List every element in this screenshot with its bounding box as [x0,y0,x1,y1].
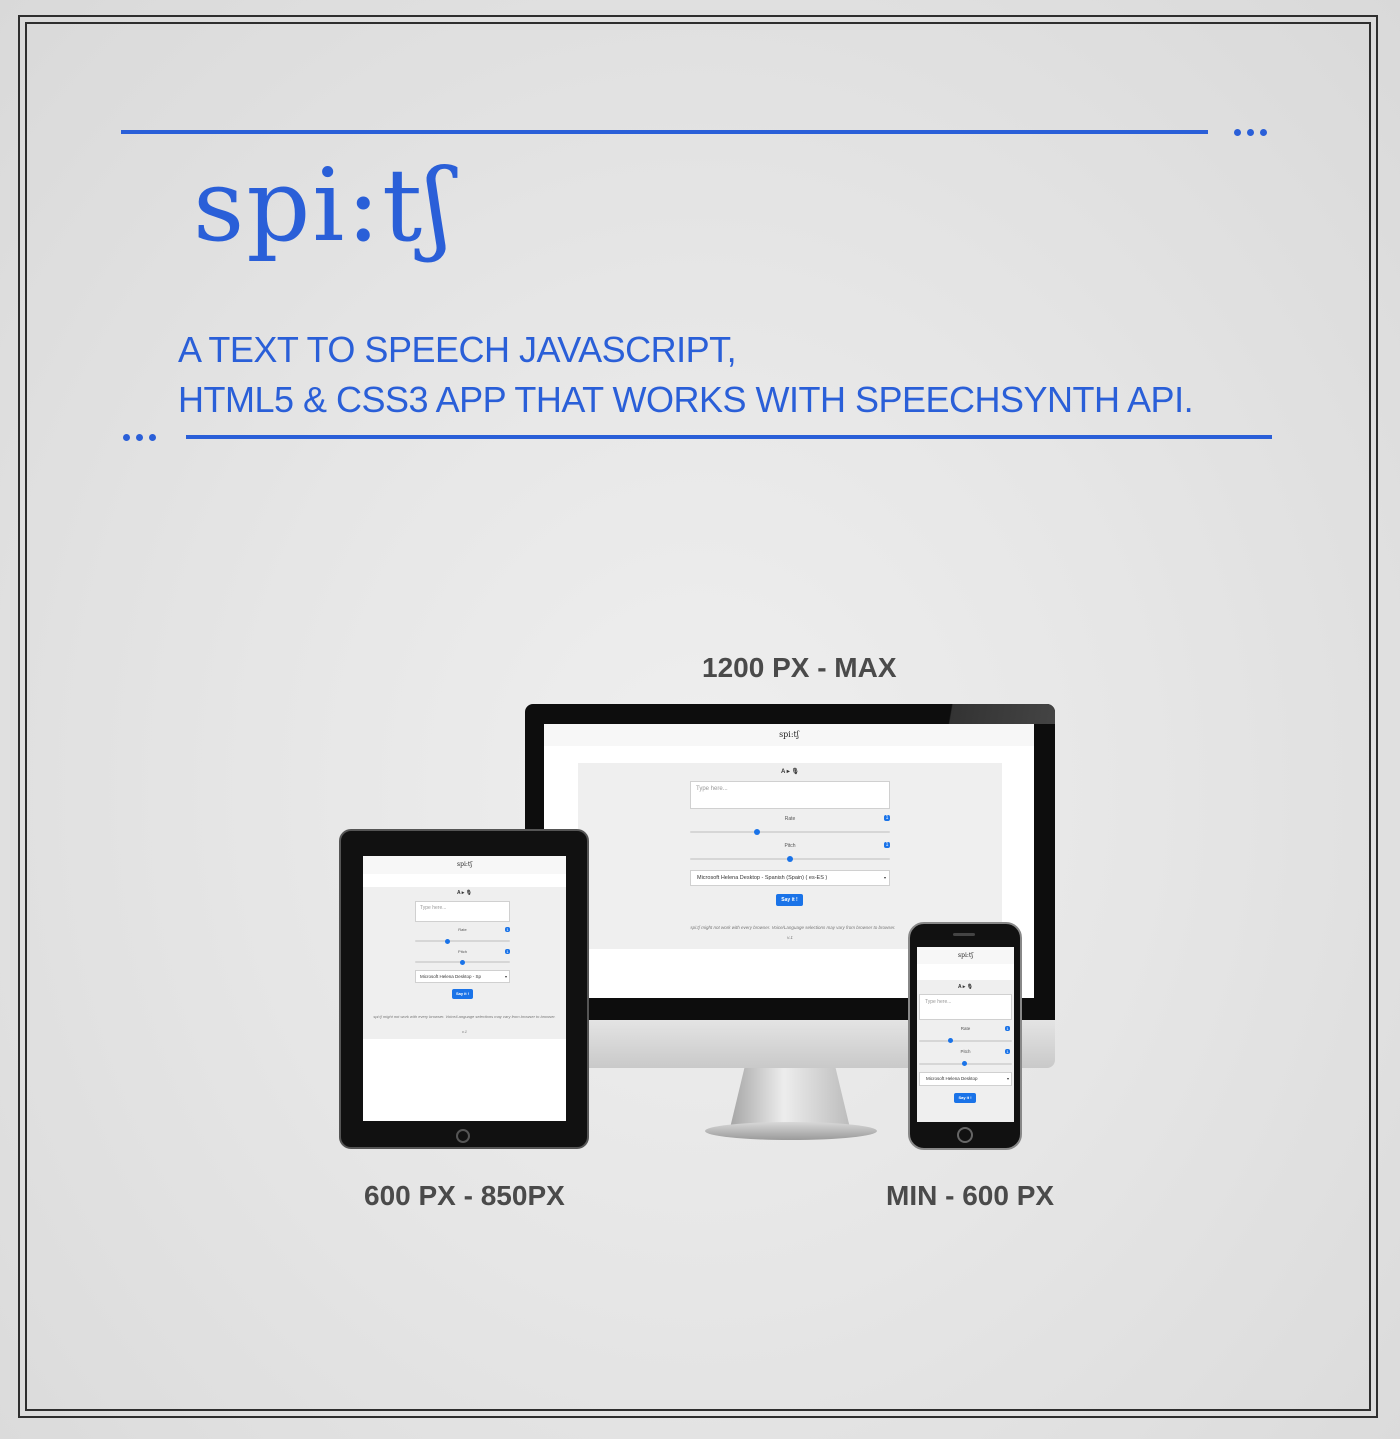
tablet-rate-slider[interactable] [415,940,510,942]
desktop-pitch-value: 1 [884,842,890,848]
phone-mode-label: A ▸ 🎙 [957,984,974,990]
desktop-pitch-label: Pitch [784,843,796,849]
monitor-stand-neck [730,1068,850,1128]
tablet-pitch-value: 1 [505,949,510,954]
tagline-line-1: A TEXT TO SPEECH JAVASCRIPT, [178,329,737,370]
tablet-caption: 600 PX - 850PX [364,1180,565,1211]
phone-screen: spi:tʃ A ▸ 🎙 Type here... Rate 1 Pitch 1… [917,947,1014,1122]
phone-text-input[interactable]: Type here... [919,994,1012,1020]
tablet-screen: spi:tʃ A ▸ 🎙 Type here... Rate 1 Pitch 1… [363,856,566,1121]
desktop-select-caret-icon: ▾ [883,875,886,880]
desktop-rate-value: 1 [884,815,890,821]
desktop-text-input[interactable]: Type here... [690,781,890,809]
phone-rate-value: 1 [1005,1026,1010,1031]
desktop-app-header: spi:tʃ [544,724,1034,746]
tablet-home-button [456,1129,470,1143]
phone-say-button[interactable]: Say it ! [954,1093,976,1103]
phone-pitch-label: Pitch [960,1049,971,1054]
desktop-mode-label: A ▸ 🎙 [780,769,800,775]
tagline: A TEXT TO SPEECH JAVASCRIPT, HTML5 & CSS… [178,325,1194,425]
desktop-say-button[interactable]: Say it ! [776,894,803,906]
tablet-note: spi:tʃ might not work with every browser… [373,1014,556,1019]
tablet-pitch-label: Pitch [458,949,467,954]
tablet-rate-label: Rate [458,927,467,932]
phone-select-caret-icon: ▾ [1006,1076,1009,1081]
phone-pitch-thumb[interactable] [962,1061,967,1066]
tablet-app-logo: spi:tʃ [457,861,472,868]
desktop-pitch-thumb[interactable] [787,856,793,862]
desktop-rate-label: Rate [784,816,796,822]
phone-app-header: spi:tʃ [917,947,1014,964]
tablet-app-header: spi:tʃ [363,856,566,874]
monitor-gloss [940,704,1055,724]
tablet-voice-value: Microsoft Helena Desktop - Sp [420,974,482,979]
monitor-stand-foot [705,1122,877,1140]
phone-home-button [957,1127,973,1143]
tablet-rate-thumb[interactable] [445,939,450,944]
mobile-caption: MIN - 600 PX [886,1180,1055,1211]
desktop-rate-slider[interactable] [690,831,890,833]
top-rule [121,130,1208,134]
phone-voice-value: Microsoft Helena Desktop [926,1076,978,1081]
phone-app-panel: A ▸ 🎙 Type here... Rate 1 Pitch 1 Micros… [917,980,1014,1122]
bottom-rule [186,435,1272,439]
desktop-rate-thumb[interactable] [754,829,760,835]
top-dots [1234,129,1267,136]
phone-rate-slider[interactable] [919,1040,1012,1042]
tablet-mode-label: A ▸ 🎙 [456,890,473,896]
tagline-line-2: HTML5 & CSS3 APP THAT WORKS WITH SPEECHS… [178,379,1194,420]
phone-app-logo: spi:tʃ [958,952,973,959]
phone-rate-thumb[interactable] [948,1038,953,1043]
tablet-text-input[interactable]: Type here... [415,901,510,922]
tablet-pitch-thumb[interactable] [460,960,465,965]
bottom-dots [123,434,156,441]
phone-voice-select[interactable]: Microsoft Helena Desktop ▾ [919,1072,1012,1086]
phone-pitch-value: 1 [1005,1049,1010,1054]
tablet-say-button[interactable]: Say it ! [452,989,473,999]
phone-speaker [953,933,975,936]
phone-rate-label: Rate [960,1026,971,1031]
tablet-version: v.1 [461,1029,468,1034]
tablet-voice-select[interactable]: Microsoft Helena Desktop - Sp ▾ [415,970,510,983]
desktop-voice-select[interactable]: Microsoft Helena Desktop - Spanish (Spai… [690,870,890,886]
tablet-app-panel: A ▸ 🎙 Type here... Rate 1 Pitch 1 Micros… [363,887,566,1039]
desktop-voice-value: Microsoft Helena Desktop - Spanish (Spai… [697,875,828,881]
tablet-rate-value: 1 [505,927,510,932]
tablet-select-caret-icon: ▾ [504,974,507,979]
desktop-caption: 1200 PX - MAX [702,652,897,683]
brand-logo: spi:tʃ [193,147,454,264]
desktop-app-logo: spi:tʃ [779,730,799,739]
